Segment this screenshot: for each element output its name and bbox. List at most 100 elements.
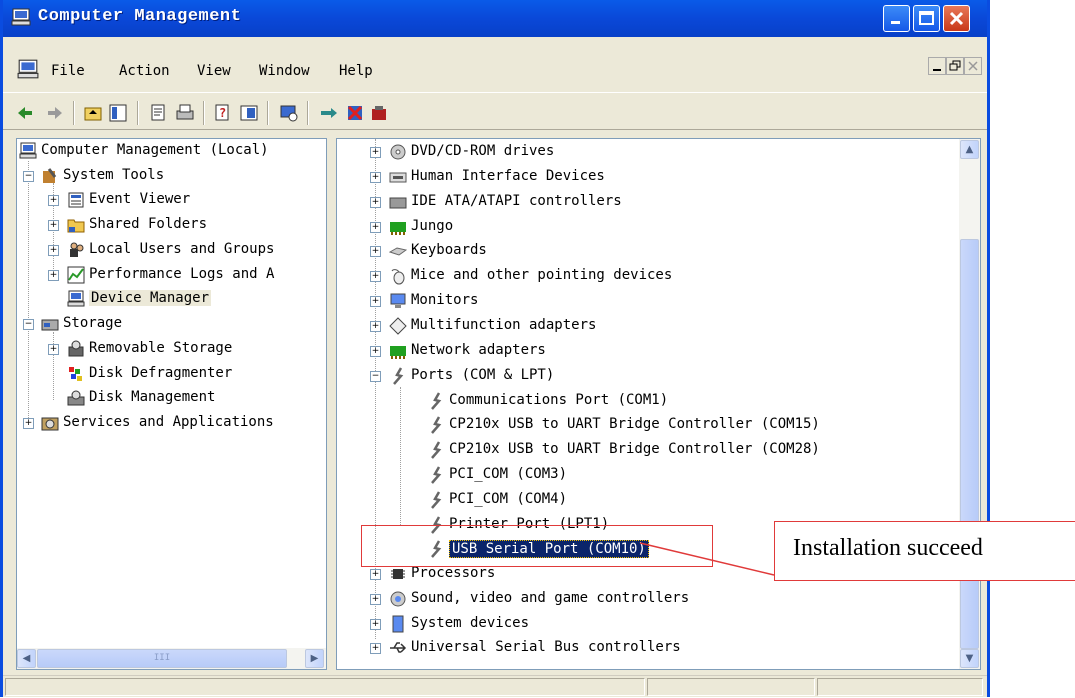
menu-action[interactable]: Action: [119, 63, 170, 79]
tree-item-label: Event Viewer: [89, 191, 191, 207]
minimize-icon: [891, 21, 900, 24]
expand-icon[interactable]: +: [370, 569, 381, 580]
child-restore-button[interactable]: [946, 57, 964, 75]
scan-hardware-icon[interactable]: [279, 103, 299, 123]
defrag-icon: [69, 367, 82, 381]
expand-icon[interactable]: +: [370, 246, 381, 257]
tree-item-label: Removable Storage: [89, 340, 233, 356]
expand-icon[interactable]: +: [370, 197, 381, 208]
expand-icon[interactable]: +: [48, 344, 59, 355]
console-tree-pane[interactable]: Computer Management (Local) − System Too…: [16, 138, 327, 670]
device-label: Human Interface Devices: [411, 168, 605, 184]
forward-arrow-icon[interactable]: [45, 103, 65, 123]
computer-icon: [19, 142, 37, 159]
expand-icon[interactable]: +: [48, 270, 59, 281]
device-label: CP210x USB to UART Bridge Controller (CO…: [449, 416, 820, 432]
scroll-left-button[interactable]: ◀: [17, 649, 36, 668]
menu-view[interactable]: View: [197, 63, 231, 79]
status-bar: [3, 675, 987, 698]
system-menu-icon[interactable]: [17, 59, 39, 79]
restore-icon: [949, 60, 961, 71]
collapse-icon[interactable]: −: [23, 171, 34, 182]
port-icon: [431, 441, 442, 459]
device-label: Universal Serial Bus controllers: [411, 639, 681, 655]
close-icon: [968, 61, 978, 71]
hid-icon: [389, 172, 407, 183]
back-arrow-icon[interactable]: [15, 103, 35, 123]
scroll-right-button[interactable]: ▶: [305, 649, 324, 668]
tree-item-label: Disk Defragmenter: [89, 365, 233, 381]
child-close-button[interactable]: [964, 57, 982, 75]
expand-icon[interactable]: +: [370, 643, 381, 654]
menu-bar: File Action View Window Help: [3, 57, 987, 85]
export-list-icon[interactable]: [239, 103, 259, 123]
scroll-down-button[interactable]: ▼: [960, 649, 979, 668]
performance-icon: [67, 266, 85, 284]
removable-storage-icon: [68, 340, 84, 357]
annotation-callout: Installation succeed: [774, 521, 1075, 581]
tools-icon: [43, 168, 57, 183]
port-icon: [431, 392, 442, 410]
scroll-thumb[interactable]: III: [37, 649, 287, 668]
port-icon: [393, 367, 404, 385]
scroll-thumb[interactable]: [960, 239, 979, 649]
maximize-button[interactable]: [913, 5, 940, 32]
minimize-button[interactable]: [883, 5, 910, 32]
update-driver-icon[interactable]: [319, 103, 339, 123]
expand-icon[interactable]: +: [370, 147, 381, 158]
disable-icon[interactable]: [369, 103, 389, 123]
expand-icon[interactable]: +: [48, 220, 59, 231]
expand-icon[interactable]: +: [370, 271, 381, 282]
show-hide-tree-icon[interactable]: [108, 103, 128, 123]
menu-window[interactable]: Window: [259, 63, 310, 79]
computer-management-icon: [11, 8, 31, 26]
expand-icon[interactable]: +: [370, 594, 381, 605]
device-label: Monitors: [411, 292, 479, 308]
expand-icon[interactable]: +: [48, 245, 59, 256]
tree-item-label: Device Manager: [89, 290, 212, 306]
child-minimize-button[interactable]: [928, 57, 946, 75]
vertical-scrollbar[interactable]: ▲ ▼: [959, 139, 980, 669]
device-label: Sound, video and game controllers: [411, 590, 690, 606]
up-folder-icon[interactable]: [83, 103, 103, 123]
menu-help[interactable]: Help: [339, 63, 373, 79]
device-label: IDE ATA/ATAPI controllers: [411, 193, 622, 209]
tree-item-label: Disk Management: [89, 389, 216, 405]
expand-icon[interactable]: +: [370, 346, 381, 357]
tree-item-label: Services and Applications: [63, 414, 274, 430]
device-label: CP210x USB to UART Bridge Controller (CO…: [449, 441, 820, 457]
print-icon[interactable]: [175, 103, 195, 123]
keyboard-icon: [389, 247, 407, 256]
status-pane-2: [647, 678, 815, 696]
collapse-icon[interactable]: −: [23, 319, 34, 330]
minimize-icon: [933, 69, 941, 71]
annotation-text: Installation succeed: [793, 535, 983, 561]
properties-icon[interactable]: [149, 103, 169, 123]
expand-icon[interactable]: +: [48, 195, 59, 206]
title-bar[interactable]: Computer Management: [3, 0, 987, 37]
expand-icon[interactable]: +: [370, 619, 381, 630]
collapse-icon[interactable]: −: [370, 371, 381, 382]
uninstall-icon[interactable]: [345, 103, 365, 123]
device-list-pane[interactable]: + DVD/CD-ROM drives + Human Interface De…: [336, 138, 981, 670]
highlight-box: [361, 525, 713, 567]
expand-icon[interactable]: +: [370, 296, 381, 307]
usb-icon: [390, 642, 407, 653]
expand-icon[interactable]: +: [23, 418, 34, 429]
close-button[interactable]: [943, 5, 970, 32]
expand-icon[interactable]: +: [370, 222, 381, 233]
device-label: PCI_COM (COM4): [449, 491, 568, 507]
horizontal-scrollbar[interactable]: ◀ III ▶: [17, 648, 326, 669]
device-label: System devices: [411, 615, 530, 631]
port-icon: [431, 491, 442, 509]
tree-item-label: Computer Management (Local): [41, 142, 269, 158]
expand-icon[interactable]: +: [370, 321, 381, 332]
menu-file[interactable]: File: [51, 63, 85, 79]
expand-icon[interactable]: +: [370, 172, 381, 183]
scroll-up-button[interactable]: ▲: [960, 140, 979, 159]
maximize-icon: [919, 11, 934, 25]
help-icon[interactable]: ?: [213, 103, 233, 123]
device-label: Network adapters: [411, 342, 546, 358]
tree-item-label: Shared Folders: [89, 216, 208, 232]
tree-item-label: Storage: [63, 315, 123, 331]
